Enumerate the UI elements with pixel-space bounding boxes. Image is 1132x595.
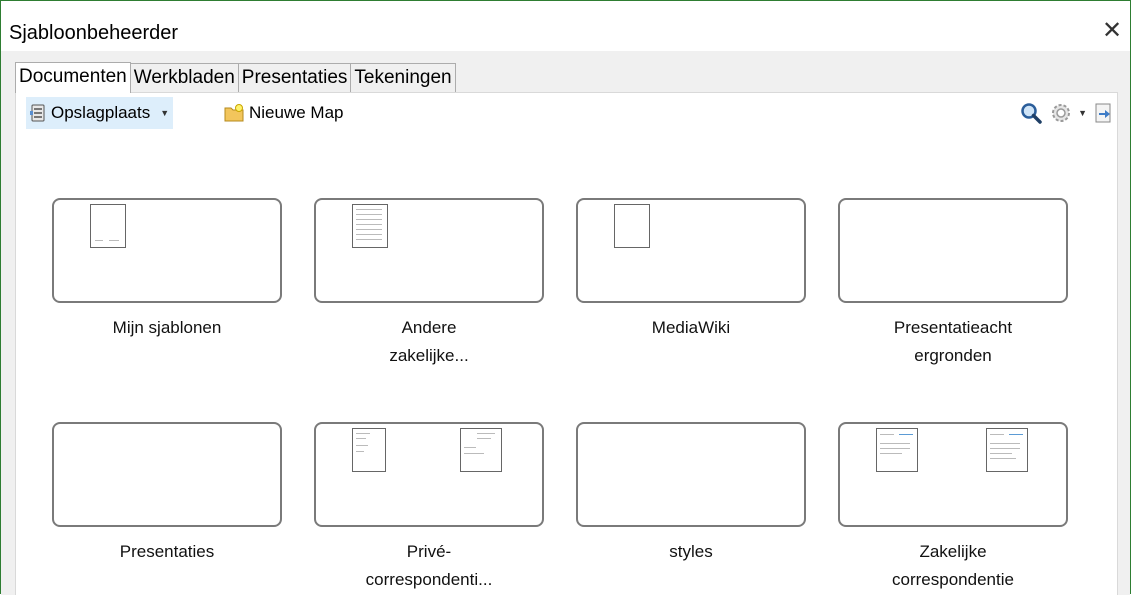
import-button[interactable] (1095, 101, 1113, 125)
gear-icon (1052, 104, 1071, 122)
document-preview (876, 428, 918, 472)
folder-label: Mijn sjablonen (112, 318, 222, 337)
tab-documenten[interactable]: Documenten (15, 62, 131, 93)
dialog-content: Documenten Werkbladen Presentaties Teken… (1, 51, 1130, 595)
folder-thumbnail (52, 198, 282, 303)
document-preview (90, 204, 126, 248)
document-preview (352, 428, 386, 472)
repository-icon (30, 104, 45, 122)
repository-label: Opslagplaats (51, 103, 151, 122)
folder-label: Zakelijke correspondentie (892, 542, 1014, 589)
document-preview (352, 204, 388, 248)
folder-thumbnail (576, 422, 806, 527)
folder-thumbnail (314, 198, 544, 303)
new-folder-label: Nieuwe Map (249, 103, 344, 122)
close-icon[interactable]: ✕ (1100, 19, 1124, 43)
import-icon (1095, 103, 1111, 123)
chevron-down-icon[interactable]: ▼ (1078, 108, 1087, 118)
new-folder-button[interactable]: Nieuwe Map (224, 97, 344, 129)
folder-thumbnail (838, 422, 1068, 527)
toolbar: Opslagplaats ▼ Nieuwe Map ▼ (16, 93, 1117, 131)
document-preview (986, 428, 1028, 472)
folder-thumbnail (52, 422, 282, 527)
toolbar-right: ▼ (1012, 101, 1117, 125)
document-preview (460, 428, 502, 472)
folder-thumbnail (576, 198, 806, 303)
category-tabs: Documenten Werkbladen Presentaties Teken… (15, 62, 456, 93)
search-button[interactable] (1020, 101, 1042, 125)
new-folder-icon (224, 104, 244, 122)
folder-label: styles (669, 542, 713, 561)
folder-thumbnail (838, 198, 1068, 303)
tab-tekeningen[interactable]: Tekeningen (350, 63, 456, 92)
search-icon (1021, 103, 1042, 124)
settings-button[interactable]: ▼ (1050, 101, 1087, 125)
tab-presentaties[interactable]: Presentaties (237, 63, 352, 92)
repository-button[interactable]: Opslagplaats ▼ (26, 97, 174, 129)
title-bar: Sjabloonbeheerder ✕ (1, 1, 1130, 51)
template-manager-window: Sjabloonbeheerder ✕ Documenten Werkblade… (0, 0, 1131, 595)
folder-label: Presentatieacht ergronden (893, 318, 1013, 365)
tab-werkbladen[interactable]: Werkbladen (129, 63, 239, 92)
window-title: Sjabloonbeheerder (9, 22, 179, 44)
chevron-down-icon[interactable]: ▼ (160, 108, 169, 118)
folder-thumbnail (314, 422, 544, 527)
folder-label: MediaWiki (651, 318, 731, 337)
folder-label: Privé-correspondenti... (365, 542, 493, 589)
document-preview (614, 204, 650, 248)
folder-label: Andere zakelijke... (389, 318, 469, 365)
folder-label: Presentaties (119, 542, 215, 561)
template-panel: Opslagplaats ▼ Nieuwe Map ▼ Mijn sjablon… (15, 92, 1118, 595)
